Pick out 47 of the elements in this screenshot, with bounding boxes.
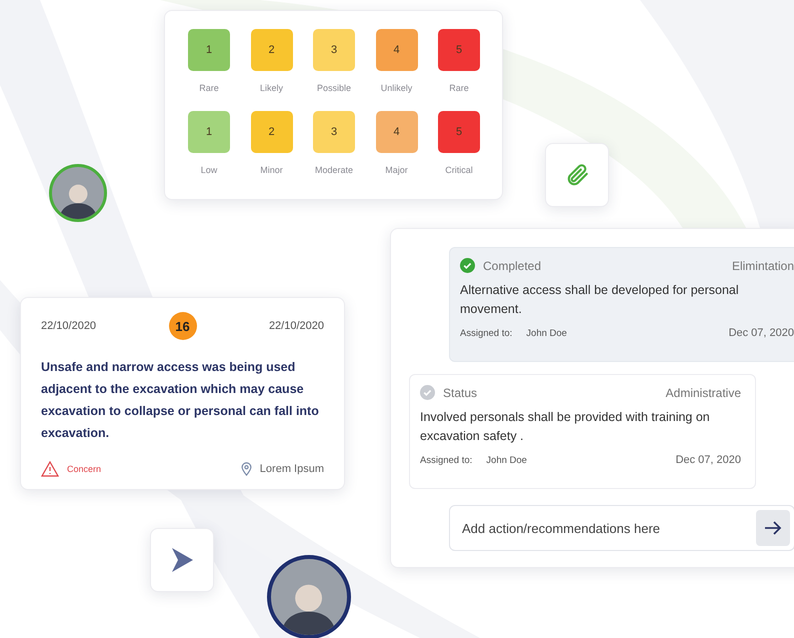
action-status: Completed: [483, 258, 542, 272]
risk-level-label: Rare: [449, 83, 469, 93]
risk-level-label: Rare: [199, 83, 219, 93]
submit-button[interactable]: [756, 510, 790, 546]
risk-level-label: Unlikely: [380, 83, 412, 93]
action-category: Administrative: [666, 386, 741, 400]
action-date: Dec 07, 2020: [676, 454, 741, 466]
warning-icon: [41, 461, 59, 477]
risk-level-tile[interactable]: 3: [313, 111, 355, 153]
assigned-label: Assigned to:: [420, 454, 472, 466]
risk-level-tile[interactable]: 3: [313, 29, 355, 71]
location-label: Lorem Ipsum: [260, 463, 324, 475]
action-description: Alternative access shall be developed for personal movement.: [460, 282, 740, 318]
risk-level-label: Moderate: [314, 165, 354, 175]
arrow-right-icon: [764, 520, 782, 536]
action-category: Elimintation: [732, 258, 794, 272]
assignee-name: John Doe: [486, 454, 527, 466]
risk-level-tile[interactable]: 2: [250, 29, 292, 71]
risk-level-tile[interactable]: 1: [188, 29, 230, 71]
assignee-name: John Doe: [526, 328, 567, 338]
send-button[interactable]: [150, 528, 214, 592]
check-circle-icon: [460, 258, 475, 273]
action-description: Involved personals shall be provided with training on excavation safety .: [420, 409, 711, 445]
action-status: Status: [443, 386, 478, 400]
attachment-button[interactable]: [545, 143, 609, 207]
arrowhead-icon: [170, 547, 194, 573]
risk-level-tile[interactable]: 1: [188, 111, 230, 153]
end-date: 22/10/2020: [268, 320, 324, 332]
assigned-label: Assigned to:: [460, 328, 512, 338]
concern-description: Unsafe and narrow access was being used adjacent to the excavation which may cause excavation to collapse or personal can fall into excavation.: [41, 359, 320, 442]
risk-level-label: Possible: [316, 83, 352, 93]
action-input-field[interactable]: Add action/recommendations here: [460, 520, 756, 536]
risk-level-label: Major: [385, 165, 408, 175]
action-input-box[interactable]: Add action/recommendations here: [449, 505, 794, 551]
risk-level-label: Critical: [445, 165, 473, 175]
risk-score-badge: 16: [168, 312, 196, 340]
risk-level-label: Low: [200, 165, 218, 175]
risk-level-tile[interactable]: 4: [376, 111, 418, 153]
action-date: Dec 07, 2020: [728, 327, 794, 339]
risk-level-label: Likely: [260, 83, 283, 93]
risk-level-tile[interactable]: 2: [250, 111, 292, 153]
risk-level-label: Minor: [260, 165, 283, 175]
start-date: 22/10/2020: [41, 320, 96, 332]
location-pin-icon: [240, 462, 252, 476]
concern-tag: Concern: [67, 464, 102, 474]
risk-level-tile[interactable]: 4: [376, 29, 418, 71]
check-circle-icon: [420, 385, 435, 400]
